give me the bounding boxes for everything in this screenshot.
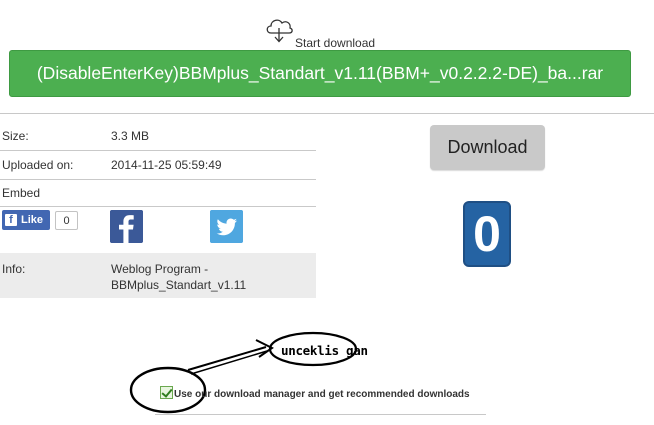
size-value: 3.3 MB	[111, 129, 150, 143]
annotation-note: unceklis gan	[281, 343, 368, 358]
like-label: Like	[21, 214, 44, 226]
divider	[0, 113, 654, 114]
start-download-label: Start download	[295, 36, 376, 50]
divider	[0, 150, 316, 151]
facebook-icon[interactable]	[110, 210, 143, 243]
download-button[interactable]: Download	[430, 125, 545, 170]
cloud-download-icon	[266, 19, 293, 43]
size-label: Size:	[2, 129, 29, 143]
divider	[0, 206, 316, 207]
divider	[0, 179, 316, 180]
divider	[155, 414, 486, 415]
uploaded-label: Uploaded on:	[2, 158, 74, 172]
info-label: Info:	[2, 262, 26, 276]
twitter-icon[interactable]	[210, 210, 243, 243]
info-value-line1: Weblog Program -	[111, 262, 209, 276]
download-counter: 0	[463, 201, 511, 267]
download-manager-label: Use our download manager and get recomme…	[174, 389, 470, 400]
uploaded-value: 2014-11-25 05:59:49	[111, 158, 222, 172]
facebook-f-icon: f	[5, 214, 17, 226]
embed-label: Embed	[2, 186, 41, 200]
info-value-line2: BBMplus_Standart_v1.11	[111, 278, 247, 292]
like-count: 0	[55, 211, 78, 230]
download-manager-checkbox[interactable]	[160, 386, 173, 399]
file-download-button[interactable]: (DisableEnterKey)BBMplus_Standart_v1.11(…	[9, 50, 631, 97]
facebook-like-button[interactable]: f Like	[2, 210, 50, 230]
